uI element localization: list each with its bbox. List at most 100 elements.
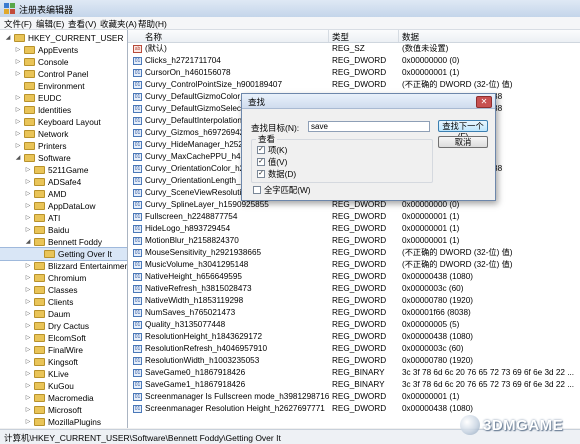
column-name[interactable]: 名称 [145, 31, 162, 43]
tree-node[interactable]: ▷ Keyboard Layout [0, 116, 127, 128]
tree-node[interactable]: ◢ Bennett Foddy [0, 236, 127, 248]
tree-node[interactable]: ▷ Macromedia [0, 392, 127, 404]
expand-icon[interactable]: ▷ [24, 356, 32, 368]
tree-node[interactable]: ▷ Microsoft [0, 404, 127, 416]
expand-icon[interactable]: ▷ [24, 380, 32, 392]
collapse-icon[interactable]: ◢ [4, 32, 12, 44]
find-next-button[interactable]: 查找下一个(F) [438, 120, 488, 141]
tree-node[interactable]: ▷ Kingsoft [0, 356, 127, 368]
tree-node[interactable]: ▷ ATI [0, 212, 127, 224]
table-row[interactable]: 01 Screenmanager Is Fullscreen mode_h3981… [128, 391, 580, 403]
table-row[interactable]: 01 NativeWidth_h1853119298 REG_DWORD 0x0000… [128, 295, 580, 307]
tree-node[interactable]: ▷ Blizzard Entertainmen [0, 260, 127, 272]
table-row[interactable]: 01 HideLogo_h893729454 REG_DWORD 0x00000001… [128, 223, 580, 235]
tree-node[interactable]: ▷ EUDC [0, 92, 127, 104]
menu-edit[interactable]: 编辑(E) [36, 18, 64, 30]
tree-node[interactable]: ▷ FinalWire [0, 344, 127, 356]
expand-icon[interactable]: ▷ [24, 260, 32, 272]
expand-icon[interactable]: ▷ [24, 284, 32, 296]
tree-node[interactable]: ▷ Console [0, 56, 127, 68]
menu-view[interactable]: 查看(V) [68, 18, 96, 30]
tree-node[interactable]: ▷ Identities [0, 104, 127, 116]
tree-node[interactable]: Environment [0, 80, 127, 92]
expand-icon[interactable]: ▷ [24, 224, 32, 236]
folder-icon [34, 358, 45, 366]
expand-icon[interactable]: ▷ [24, 176, 32, 188]
table-row[interactable]: 01 Quality_h3135077448 REG_DWORD 0x00000005… [128, 319, 580, 331]
table-row[interactable]: 01 SaveGame1_h1867918426 REG_BINARY 3c 3f 7… [128, 379, 580, 391]
close-icon[interactable]: ✕ [476, 96, 492, 108]
table-row[interactable]: 01 NumSaves_h765021473 REG_DWORD 0x00001f66… [128, 307, 580, 319]
tree-node[interactable]: ▷ Chromium [0, 272, 127, 284]
expand-icon[interactable]: ▷ [14, 68, 22, 80]
tree-node[interactable]: ▷ Baidu [0, 224, 127, 236]
tree-node[interactable]: ▷ Daum [0, 308, 127, 320]
tree-node[interactable]: ▷ Printers [0, 140, 127, 152]
table-row[interactable]: 01 Curvy_ControlPointSize_h900189407 REG_D… [128, 79, 580, 91]
tree-node[interactable]: ▷ AMD [0, 188, 127, 200]
tree-node[interactable]: ▷ Dry Cactus [0, 320, 127, 332]
expand-icon[interactable]: ▷ [24, 404, 32, 416]
find-target-input[interactable]: save [308, 121, 430, 132]
menu-favorites[interactable]: 收藏夹(A) [100, 18, 137, 30]
expand-icon[interactable]: ▷ [14, 128, 22, 140]
tree-node[interactable]: ▷ Network [0, 128, 127, 140]
tree-node[interactable]: ▷ ElcomSoft [0, 332, 127, 344]
tree-node[interactable]: ◢ HKEY_CURRENT_USER [0, 32, 127, 44]
column-type[interactable]: 类型 [332, 31, 349, 43]
table-row[interactable]: 01 NativeHeight_h656649595 REG_DWORD 0x0000… [128, 271, 580, 283]
expand-icon[interactable]: ▷ [24, 368, 32, 380]
expand-icon[interactable]: ▷ [24, 392, 32, 404]
expand-icon[interactable]: ▷ [14, 92, 22, 104]
expand-icon[interactable]: ▷ [14, 56, 22, 68]
tree-node[interactable]: ▷ ADSafe4 [0, 176, 127, 188]
table-row[interactable]: 01 NativeRefresh_h3815028473 REG_DWORD 0x00… [128, 283, 580, 295]
expand-icon[interactable]: ▷ [14, 140, 22, 152]
expand-icon[interactable]: ▷ [24, 296, 32, 308]
expand-icon[interactable]: ▷ [24, 320, 32, 332]
tree-node[interactable]: ▷ AppEvents [0, 44, 127, 56]
table-row[interactable]: 01 MouseSensitivity_h2921938665 REG_DWORD (… [128, 247, 580, 259]
tree-node[interactable]: ▷ Control Panel [0, 68, 127, 80]
expand-icon[interactable]: ▷ [24, 164, 32, 176]
table-row[interactable]: 01 Clicks_h2721711704 REG_DWORD 0x00000000 … [128, 55, 580, 67]
tree-node[interactable]: ◢ Software [0, 152, 127, 164]
expand-icon[interactable]: ▷ [24, 212, 32, 224]
tree-node[interactable]: ▷ AppDataLow [0, 200, 127, 212]
table-row[interactable]: 01 CursorOn_h460156078 REG_DWORD 0x00000001… [128, 67, 580, 79]
tree-node[interactable]: Getting Over It [0, 247, 127, 261]
table-row[interactable]: 01 ResolutionWidth_h1003235053 REG_DWORD 0x… [128, 355, 580, 367]
expand-icon[interactable]: ▷ [24, 416, 32, 428]
expand-icon[interactable]: ▷ [24, 344, 32, 356]
menu-file[interactable]: 文件(F) [4, 18, 32, 30]
expand-icon[interactable]: ▷ [24, 272, 32, 284]
collapse-icon[interactable]: ◢ [14, 152, 22, 164]
column-data[interactable]: 数据 [402, 31, 419, 43]
expand-icon[interactable]: ▷ [24, 200, 32, 212]
expand-icon[interactable]: ▷ [14, 104, 22, 116]
table-row[interactable]: 01 SaveGame0_h1867918426 REG_BINARY 3c 3f 7… [128, 367, 580, 379]
table-row[interactable]: ab (默认) REG_SZ (数值未设置) [128, 43, 580, 55]
table-row[interactable]: 01 MotionBlur_h2158824370 REG_DWORD 0x00000… [128, 235, 580, 247]
registry-tree[interactable]: ◢ HKEY_CURRENT_USER ▷ AppEvents ▷ Console ▷ Con… [0, 30, 128, 428]
table-row[interactable]: 01 MusicVolume_h3041295148 REG_DWORD (不正确的 … [128, 259, 580, 271]
expand-icon[interactable]: ▷ [24, 308, 32, 320]
tree-node[interactable]: ▷ Classes [0, 284, 127, 296]
table-row[interactable]: 01 ResolutionHeight_h1843629172 REG_DWORD 0… [128, 331, 580, 343]
tree-node[interactable]: ▷ 5211Game [0, 164, 127, 176]
expand-icon[interactable]: ▷ [24, 188, 32, 200]
expand-icon[interactable]: ▷ [24, 332, 32, 344]
table-row[interactable]: 01 ResolutionRefresh_h4046957910 REG_DWORD… [128, 343, 580, 355]
menu-help[interactable]: 帮助(H) [138, 18, 167, 30]
tree-node[interactable]: ▷ KuGou [0, 380, 127, 392]
table-row[interactable]: 01 Fullscreen_h2248877754 REG_DWORD 0x00000… [128, 211, 580, 223]
value-list[interactable]: 名称 类型 数据 ab (默认) REG_SZ (数值未设置) 01 Clicks_h27… [128, 30, 580, 428]
tree-node[interactable]: ▷ KLive [0, 368, 127, 380]
expand-icon[interactable]: ▷ [14, 116, 22, 128]
cancel-button[interactable]: 取消 [438, 136, 488, 148]
folder-icon [34, 286, 45, 294]
expand-icon[interactable]: ▷ [14, 44, 22, 56]
collapse-icon[interactable]: ◢ [24, 236, 32, 248]
tree-node[interactable]: ▷ MozillaPlugins [0, 416, 127, 428]
tree-node[interactable]: ▷ Clients [0, 296, 127, 308]
